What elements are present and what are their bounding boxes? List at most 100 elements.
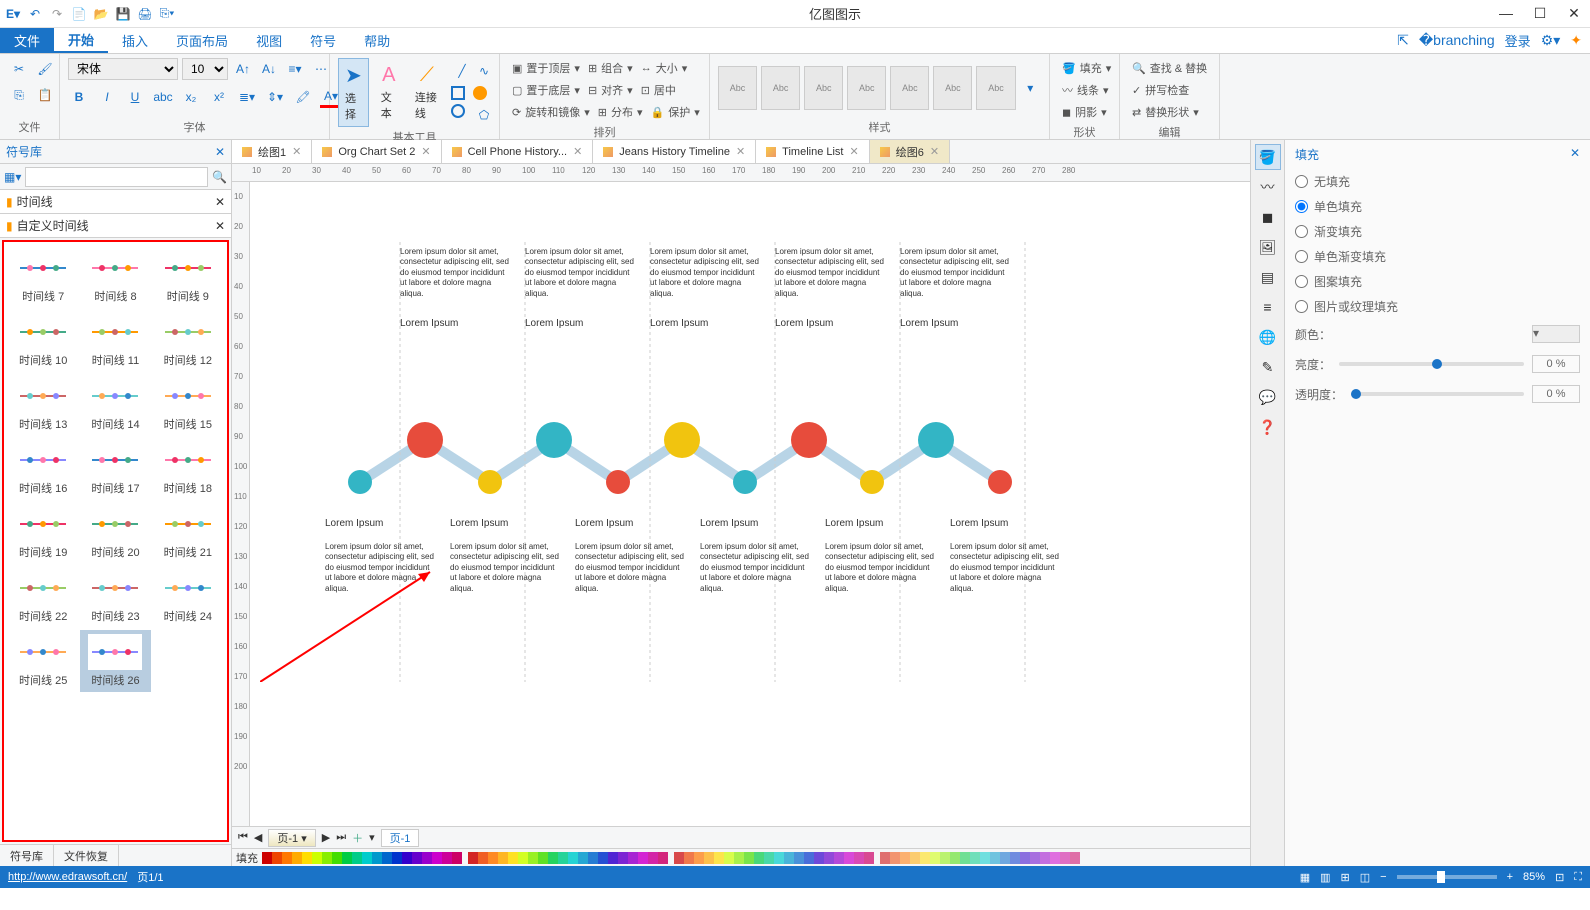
zoom-value[interactable]: 85% bbox=[1523, 871, 1545, 883]
color-swatch[interactable] bbox=[754, 852, 764, 864]
oval-shape-icon[interactable] bbox=[451, 104, 465, 118]
fill-option-1[interactable]: 单色填充 bbox=[1295, 194, 1580, 219]
connector-tool[interactable]: ⟋连接线 bbox=[409, 60, 445, 125]
size-cmd[interactable]: ↔ 大小 ▾ bbox=[637, 58, 692, 78]
image-tab-icon[interactable]: 🖼 bbox=[1255, 234, 1281, 260]
color-swatch[interactable] bbox=[864, 852, 874, 864]
color-swatch[interactable] bbox=[618, 852, 628, 864]
color-swatch[interactable] bbox=[508, 852, 518, 864]
tab-close-icon[interactable]: ✕ bbox=[930, 145, 939, 158]
color-swatch[interactable] bbox=[558, 852, 568, 864]
color-swatch[interactable] bbox=[890, 852, 900, 864]
fill-option-0[interactable]: 无填充 bbox=[1295, 169, 1580, 194]
share-icon[interactable]: �branching bbox=[1419, 32, 1495, 49]
line-shape-icon[interactable]: ╱ bbox=[451, 60, 473, 82]
color-swatch[interactable] bbox=[794, 852, 804, 864]
shape-item-13[interactable]: 时间线 13 bbox=[8, 374, 78, 436]
timeline-node-3[interactable] bbox=[536, 422, 572, 458]
page-first-icon[interactable]: ⏮ bbox=[238, 831, 248, 844]
color-swatch[interactable] bbox=[834, 852, 844, 864]
color-swatch[interactable] bbox=[704, 852, 714, 864]
color-swatch[interactable] bbox=[854, 852, 864, 864]
color-swatch[interactable] bbox=[518, 852, 528, 864]
page-next-icon[interactable]: ▶ bbox=[322, 831, 330, 844]
doc-tab-4[interactable]: Timeline List✕ bbox=[756, 140, 870, 163]
shape-item-8[interactable]: 时间线 8 bbox=[80, 246, 150, 308]
format-painter-icon[interactable]: 🖌 bbox=[34, 58, 56, 80]
opacity-slider[interactable] bbox=[1351, 392, 1524, 396]
line-cmd[interactable]: 〰 线条 ▾ bbox=[1058, 80, 1113, 100]
shape-item-15[interactable]: 时间线 15 bbox=[153, 374, 223, 436]
color-swatch[interactable] bbox=[804, 852, 814, 864]
spell-cmd[interactable]: ✓ 拼写检查 bbox=[1128, 80, 1193, 100]
text-tool[interactable]: A文本 bbox=[375, 60, 403, 125]
timeline-node-1[interactable] bbox=[407, 422, 443, 458]
color-swatch[interactable] bbox=[302, 852, 312, 864]
color-swatch[interactable] bbox=[272, 852, 282, 864]
view-icon-4[interactable]: ◫ bbox=[1360, 871, 1370, 884]
shape-item-21[interactable]: 时间线 21 bbox=[153, 502, 223, 564]
bullets-icon[interactable]: ≣▾ bbox=[236, 86, 258, 108]
more-icon[interactable]: ⋯ bbox=[310, 58, 332, 80]
shape-item-22[interactable]: 时间线 22 bbox=[8, 566, 78, 628]
timeline-node-7[interactable] bbox=[791, 422, 827, 458]
color-swatch[interactable] bbox=[950, 852, 960, 864]
color-swatch[interactable] bbox=[940, 852, 950, 864]
color-swatch[interactable] bbox=[608, 852, 618, 864]
shape-item-18[interactable]: 时间线 18 bbox=[153, 438, 223, 500]
color-picker[interactable]: ▾ bbox=[1532, 325, 1580, 343]
color-swatch[interactable] bbox=[694, 852, 704, 864]
rotate-cmd[interactable]: ⟳ 旋转和镜像 ▾ bbox=[508, 102, 594, 122]
btab-symbols[interactable]: 符号库 bbox=[0, 845, 54, 866]
maximize-button[interactable]: ☐ bbox=[1528, 5, 1552, 22]
zoom-out-icon[interactable]: − bbox=[1380, 871, 1386, 883]
group-cmd[interactable]: ⊞ 组合 ▾ bbox=[584, 58, 637, 78]
color-swatch[interactable] bbox=[774, 852, 784, 864]
find-cmd[interactable]: 🔍 查找 & 替换 bbox=[1128, 58, 1211, 78]
timeline-node-5[interactable] bbox=[664, 422, 700, 458]
timeline-node-0[interactable] bbox=[348, 470, 372, 494]
menu-symbol[interactable]: 符号 bbox=[296, 28, 350, 53]
color-swatch[interactable] bbox=[292, 852, 302, 864]
help-tab-icon[interactable]: ❓ bbox=[1255, 414, 1281, 440]
grow-font-icon[interactable]: A↑ bbox=[232, 58, 254, 80]
color-swatch[interactable] bbox=[970, 852, 980, 864]
fill-cmd[interactable]: 🪣 填充 ▾ bbox=[1058, 58, 1115, 78]
zoom-in-icon[interactable]: + bbox=[1507, 871, 1513, 883]
style-2[interactable]: Abc bbox=[761, 66, 800, 110]
highlight-icon[interactable]: 🖍 bbox=[292, 86, 314, 108]
page-tab[interactable]: 页-1 bbox=[381, 829, 420, 847]
timeline-node-8[interactable] bbox=[860, 470, 884, 494]
color-swatch[interactable] bbox=[362, 852, 372, 864]
doc-tab-2[interactable]: Cell Phone History...✕ bbox=[442, 140, 594, 163]
color-swatch[interactable] bbox=[282, 852, 292, 864]
new-icon[interactable]: 📄 bbox=[70, 5, 88, 23]
page-menu-icon[interactable]: ▾ bbox=[369, 831, 375, 844]
shape-item-25[interactable]: 时间线 25 bbox=[8, 630, 78, 692]
redo-icon[interactable]: ↷ bbox=[48, 5, 66, 23]
color-swatch[interactable] bbox=[744, 852, 754, 864]
bold-icon[interactable]: B bbox=[68, 86, 90, 108]
menu-file[interactable]: 文件 bbox=[0, 28, 54, 53]
fit-page-icon[interactable]: ⊡ bbox=[1555, 871, 1564, 884]
category-custom-timeline[interactable]: ▮自定义时间线 ✕ bbox=[0, 214, 231, 238]
color-swatch[interactable] bbox=[724, 852, 734, 864]
view-icon-2[interactable]: ▥ bbox=[1320, 871, 1330, 884]
shape-item-7[interactable]: 时间线 7 bbox=[8, 246, 78, 308]
style-more[interactable]: ▾ bbox=[1020, 77, 1041, 99]
symbol-lib-close-icon[interactable]: ✕ bbox=[215, 145, 225, 159]
color-swatch[interactable] bbox=[910, 852, 920, 864]
color-swatch[interactable] bbox=[352, 852, 362, 864]
shape-item-14[interactable]: 时间线 14 bbox=[80, 374, 150, 436]
doc-tab-5[interactable]: 绘图6✕ bbox=[870, 140, 950, 163]
color-swatch[interactable] bbox=[262, 852, 272, 864]
color-swatch[interactable] bbox=[342, 852, 352, 864]
palette-icon[interactable]: ▦▾ bbox=[4, 170, 21, 184]
text-tab-icon[interactable]: ≡ bbox=[1255, 294, 1281, 320]
symbol-search-input[interactable] bbox=[25, 167, 208, 187]
view-icon-3[interactable]: ⊞ bbox=[1341, 871, 1350, 884]
menu-layout[interactable]: 页面布局 bbox=[162, 28, 242, 53]
shape-item-16[interactable]: 时间线 16 bbox=[8, 438, 78, 500]
menu-view[interactable]: 视图 bbox=[242, 28, 296, 53]
color-swatch[interactable] bbox=[332, 852, 342, 864]
